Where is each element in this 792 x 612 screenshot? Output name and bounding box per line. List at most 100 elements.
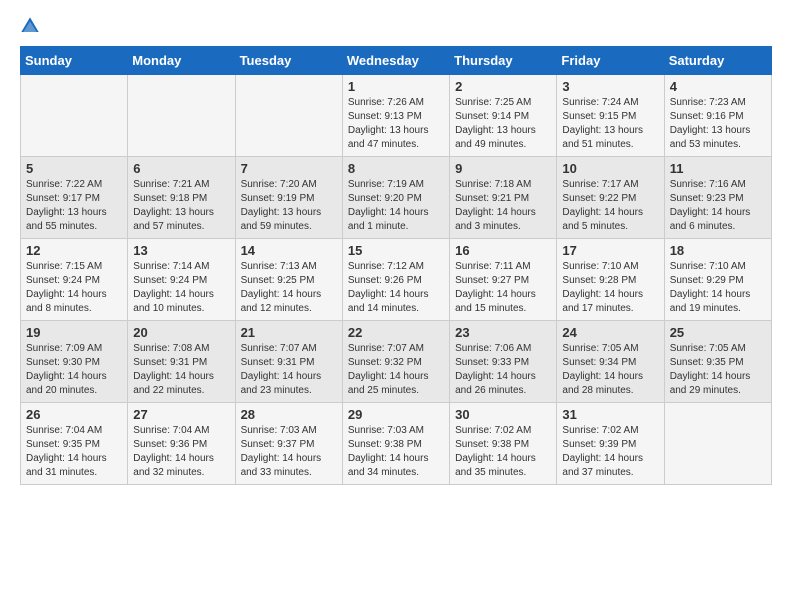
header-row: SundayMondayTuesdayWednesdayThursdayFrid… [21, 47, 772, 75]
calendar-table: SundayMondayTuesdayWednesdayThursdayFrid… [20, 46, 772, 485]
day-number: 24 [562, 325, 658, 340]
week-row: 1 Sunrise: 7:26 AM Sunset: 9:13 PM Daylig… [21, 75, 772, 157]
day-number: 20 [133, 325, 229, 340]
day-number: 19 [26, 325, 122, 340]
calendar-cell: 1 Sunrise: 7:26 AM Sunset: 9:13 PM Daylig… [342, 75, 449, 157]
day-info: Sunrise: 7:19 AM Sunset: 9:20 PM Dayligh… [348, 178, 444, 234]
calendar-cell: 27 Sunrise: 7:04 AM Sunset: 9:36 PM Dayli… [128, 403, 235, 485]
day-number: 11 [670, 161, 766, 176]
calendar-cell: 19 Sunrise: 7:09 AM Sunset: 9:30 PM Dayli… [21, 321, 128, 403]
calendar-cell: 10 Sunrise: 7:17 AM Sunset: 9:22 PM Dayli… [557, 157, 664, 239]
day-number: 9 [455, 161, 551, 176]
calendar-cell: 4 Sunrise: 7:23 AM Sunset: 9:16 PM Daylig… [664, 75, 771, 157]
day-number: 15 [348, 243, 444, 258]
day-info: Sunrise: 7:02 AM Sunset: 9:38 PM Dayligh… [455, 424, 551, 480]
calendar-cell: 24Sunrise: 7:05 AM Sunset: 9:34 PM Dayli… [557, 321, 664, 403]
calendar-cell: 21Sunrise: 7:07 AM Sunset: 9:31 PM Dayli… [235, 321, 342, 403]
day-number: 5 [26, 161, 122, 176]
day-number: 4 [670, 79, 766, 94]
week-row: 5 Sunrise: 7:22 AM Sunset: 9:17 PM Daylig… [21, 157, 772, 239]
day-number: 12 [26, 243, 122, 258]
day-info: Sunrise: 7:14 AM Sunset: 9:24 PM Dayligh… [133, 260, 229, 316]
day-info: Sunrise: 7:04 AM Sunset: 9:36 PM Dayligh… [133, 424, 229, 480]
day-info: Sunrise: 7:23 AM Sunset: 9:16 PM Dayligh… [670, 96, 766, 152]
calendar-cell: 15 Sunrise: 7:12 AM Sunset: 9:26 PM Dayli… [342, 239, 449, 321]
day-number: 22 [348, 325, 444, 340]
calendar-cell: 13 Sunrise: 7:14 AM Sunset: 9:24 PM Dayli… [128, 239, 235, 321]
calendar-cell [664, 403, 771, 485]
day-info: Sunrise: 7:13 AM Sunset: 9:25 PM Dayligh… [241, 260, 337, 316]
day-header-thursday: Thursday [450, 47, 557, 75]
calendar-cell: 9 Sunrise: 7:18 AM Sunset: 9:21 PM Daylig… [450, 157, 557, 239]
day-header-saturday: Saturday [664, 47, 771, 75]
calendar-cell [128, 75, 235, 157]
calendar-cell: 29 Sunrise: 7:03 AM Sunset: 9:38 PM Dayli… [342, 403, 449, 485]
calendar-cell: 18 Sunrise: 7:10 AM Sunset: 9:29 PM Dayli… [664, 239, 771, 321]
calendar-cell: 30Sunrise: 7:02 AM Sunset: 9:38 PM Dayli… [450, 403, 557, 485]
day-number: 25 [670, 325, 766, 340]
day-number: 7 [241, 161, 337, 176]
day-number: 27 [133, 407, 229, 422]
calendar-cell [21, 75, 128, 157]
calendar-cell: 17 Sunrise: 7:10 AM Sunset: 9:28 PM Dayli… [557, 239, 664, 321]
calendar-cell: 28 Sunrise: 7:03 AM Sunset: 9:37 PM Dayli… [235, 403, 342, 485]
calendar-cell: 7 Sunrise: 7:20 AM Sunset: 9:19 PM Daylig… [235, 157, 342, 239]
calendar-cell: 2 Sunrise: 7:25 AM Sunset: 9:14 PM Daylig… [450, 75, 557, 157]
day-info: Sunrise: 7:10 AM Sunset: 9:29 PM Dayligh… [670, 260, 766, 316]
day-number: 16 [455, 243, 551, 258]
day-info: Sunrise: 7:02 AM Sunset: 9:39 PM Dayligh… [562, 424, 658, 480]
day-info: Sunrise: 7:12 AM Sunset: 9:26 PM Dayligh… [348, 260, 444, 316]
day-number: 14 [241, 243, 337, 258]
calendar-body: 1 Sunrise: 7:26 AM Sunset: 9:13 PM Daylig… [21, 75, 772, 485]
day-header-tuesday: Tuesday [235, 47, 342, 75]
calendar-cell: 14 Sunrise: 7:13 AM Sunset: 9:25 PM Dayli… [235, 239, 342, 321]
day-info: Sunrise: 7:09 AM Sunset: 9:30 PM Dayligh… [26, 342, 122, 398]
day-number: 13 [133, 243, 229, 258]
day-info: Sunrise: 7:05 AM Sunset: 9:35 PM Dayligh… [670, 342, 766, 398]
calendar-cell: 12Sunrise: 7:15 AM Sunset: 9:24 PM Dayli… [21, 239, 128, 321]
calendar-cell: 26Sunrise: 7:04 AM Sunset: 9:35 PM Dayli… [21, 403, 128, 485]
calendar-cell: 23 Sunrise: 7:06 AM Sunset: 9:33 PM Dayli… [450, 321, 557, 403]
day-number: 29 [348, 407, 444, 422]
calendar-cell: 8 Sunrise: 7:19 AM Sunset: 9:20 PM Daylig… [342, 157, 449, 239]
day-number: 10 [562, 161, 658, 176]
header [20, 16, 772, 36]
day-info: Sunrise: 7:22 AM Sunset: 9:17 PM Dayligh… [26, 178, 122, 234]
day-number: 3 [562, 79, 658, 94]
day-number: 1 [348, 79, 444, 94]
day-number: 23 [455, 325, 551, 340]
day-number: 31 [562, 407, 658, 422]
day-info: Sunrise: 7:03 AM Sunset: 9:38 PM Dayligh… [348, 424, 444, 480]
day-info: Sunrise: 7:03 AM Sunset: 9:37 PM Dayligh… [241, 424, 337, 480]
day-header-monday: Monday [128, 47, 235, 75]
day-number: 2 [455, 79, 551, 94]
day-number: 21 [241, 325, 337, 340]
day-info: Sunrise: 7:10 AM Sunset: 9:28 PM Dayligh… [562, 260, 658, 316]
day-info: Sunrise: 7:18 AM Sunset: 9:21 PM Dayligh… [455, 178, 551, 234]
day-info: Sunrise: 7:26 AM Sunset: 9:13 PM Dayligh… [348, 96, 444, 152]
day-info: Sunrise: 7:08 AM Sunset: 9:31 PM Dayligh… [133, 342, 229, 398]
day-number: 26 [26, 407, 122, 422]
day-info: Sunrise: 7:25 AM Sunset: 9:14 PM Dayligh… [455, 96, 551, 152]
week-row: 12Sunrise: 7:15 AM Sunset: 9:24 PM Dayli… [21, 239, 772, 321]
calendar-cell: 22 Sunrise: 7:07 AM Sunset: 9:32 PM Dayli… [342, 321, 449, 403]
day-info: Sunrise: 7:07 AM Sunset: 9:32 PM Dayligh… [348, 342, 444, 398]
calendar-cell: 6 Sunrise: 7:21 AM Sunset: 9:18 PM Daylig… [128, 157, 235, 239]
calendar-cell: 16 Sunrise: 7:11 AM Sunset: 9:27 PM Dayli… [450, 239, 557, 321]
day-info: Sunrise: 7:06 AM Sunset: 9:33 PM Dayligh… [455, 342, 551, 398]
day-number: 28 [241, 407, 337, 422]
calendar-cell: 3Sunrise: 7:24 AM Sunset: 9:15 PM Daylig… [557, 75, 664, 157]
week-row: 26Sunrise: 7:04 AM Sunset: 9:35 PM Dayli… [21, 403, 772, 485]
calendar-cell: 11Sunrise: 7:16 AM Sunset: 9:23 PM Dayli… [664, 157, 771, 239]
day-info: Sunrise: 7:21 AM Sunset: 9:18 PM Dayligh… [133, 178, 229, 234]
day-header-wednesday: Wednesday [342, 47, 449, 75]
day-number: 6 [133, 161, 229, 176]
day-info: Sunrise: 7:17 AM Sunset: 9:22 PM Dayligh… [562, 178, 658, 234]
day-info: Sunrise: 7:11 AM Sunset: 9:27 PM Dayligh… [455, 260, 551, 316]
day-number: 18 [670, 243, 766, 258]
day-info: Sunrise: 7:20 AM Sunset: 9:19 PM Dayligh… [241, 178, 337, 234]
day-number: 17 [562, 243, 658, 258]
day-number: 8 [348, 161, 444, 176]
calendar-cell: 5 Sunrise: 7:22 AM Sunset: 9:17 PM Daylig… [21, 157, 128, 239]
logo [20, 16, 44, 36]
